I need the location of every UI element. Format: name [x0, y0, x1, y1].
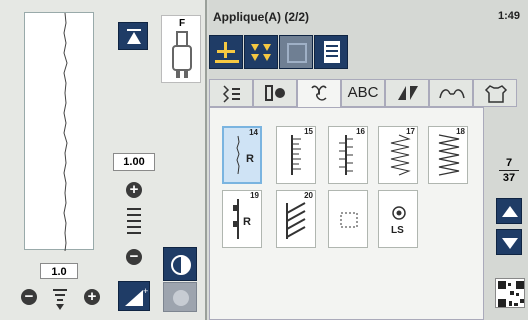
image-mode-button[interactable]	[279, 35, 313, 69]
quilting-icon	[398, 86, 418, 100]
length-plus-button[interactable]: +	[126, 182, 142, 198]
page-total: 37	[502, 172, 516, 184]
tension-button[interactable]: +	[118, 281, 150, 311]
foot-label: F	[179, 18, 186, 29]
buttonhole-icon	[265, 85, 285, 101]
stitch-cell-ls[interactable]: LS	[378, 190, 418, 248]
mirror-image-button[interactable]	[163, 247, 197, 281]
decorative-stitch-icon	[311, 85, 327, 101]
title-bar: Applique(A) (2/2) 1:49	[209, 0, 528, 32]
mirror-horizontal-icon	[173, 290, 189, 306]
arrow-up-icon	[502, 206, 518, 217]
stitch-cell-outline[interactable]	[328, 190, 368, 248]
ls-label: LS	[391, 225, 404, 236]
stitch-cell-14[interactable]: 14 R	[222, 126, 262, 184]
mirror-horizontal-button[interactable]	[163, 282, 197, 312]
memory-icon	[324, 41, 340, 63]
combine-mode-button[interactable]	[244, 35, 278, 69]
heirloom-icon	[439, 89, 465, 99]
stitch-length-value: 1.00	[113, 153, 155, 171]
length-minus-button[interactable]: −	[126, 249, 142, 265]
image-icon	[287, 43, 307, 63]
stitch-selection-panel: Applique(A) (2/2) 1:49 ABC 14 R 15 16 17…	[209, 0, 528, 320]
stitch-width-value: 1.0	[40, 263, 78, 279]
reverse-label: R	[243, 216, 251, 228]
stitch-cell-20[interactable]: 20	[276, 190, 316, 248]
stitch-cell-17[interactable]: 17	[378, 126, 418, 184]
qr-code-icon[interactable]	[495, 278, 525, 308]
edit-mode-button[interactable]	[209, 35, 243, 69]
memory-button[interactable]	[314, 35, 348, 69]
utility-stitch-icon	[222, 85, 240, 103]
tab-quilting[interactable]	[385, 79, 429, 107]
stitch-settings-panel: F 1.00 + − 1.0 − + +	[0, 0, 207, 320]
needle-position-button[interactable]	[118, 22, 148, 50]
reverse-label: R	[246, 153, 254, 165]
screen-title: Applique(A) (2/2)	[213, 10, 309, 24]
stitch-cell-16[interactable]: 16	[328, 126, 368, 184]
edit-icon	[215, 42, 239, 63]
stitch-length-icon	[127, 208, 141, 234]
stitch-category-tabs: ABC	[209, 79, 528, 109]
tab-heirloom[interactable]	[429, 79, 473, 107]
clock: 1:49	[497, 10, 520, 22]
shirt-icon	[484, 85, 508, 103]
combine-icon	[251, 44, 271, 61]
tab-alphabet[interactable]: ABC	[341, 79, 385, 107]
page-up-button[interactable]	[496, 198, 522, 224]
stitch-cell-15[interactable]: 15	[276, 126, 316, 184]
tension-icon: +	[125, 286, 148, 306]
svg-text:+: +	[143, 286, 148, 296]
width-minus-button[interactable]: −	[21, 289, 37, 305]
presser-foot-indicator: F	[161, 15, 201, 83]
stitch-cell-18[interactable]: 18	[428, 126, 468, 184]
width-plus-button[interactable]: +	[84, 289, 100, 305]
arrow-down-icon	[502, 238, 518, 249]
tab-decorative[interactable]	[297, 79, 341, 109]
page-current: 7	[505, 157, 513, 169]
page-down-button[interactable]	[496, 229, 522, 255]
tab-buttonhole[interactable]	[253, 79, 297, 107]
tab-garment[interactable]	[473, 79, 517, 107]
mirror-icon	[171, 255, 191, 275]
stitch-grid: 14 R 15 16 17 18 19 R 20 LS	[209, 107, 484, 320]
tab-utility[interactable]	[209, 79, 253, 107]
stitch-cell-19[interactable]: 19 R	[222, 190, 262, 248]
page-indicator: 7 37	[499, 157, 519, 184]
stitch-preview	[24, 12, 94, 251]
stitch-width-icon	[53, 289, 67, 310]
